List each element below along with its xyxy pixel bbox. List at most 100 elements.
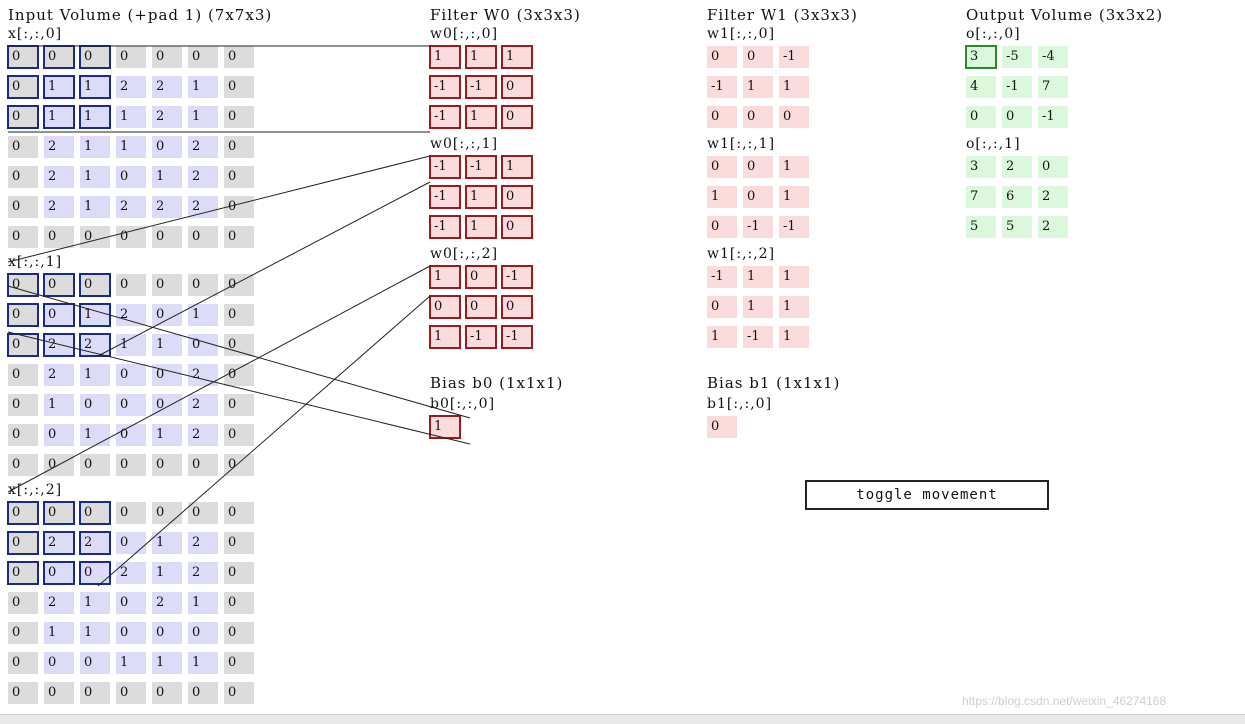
input-cell: 0 (224, 364, 254, 386)
w0-cell: -1 (465, 75, 497, 99)
input-cell: 1 (43, 75, 75, 99)
input-cell: 0 (79, 501, 111, 525)
w0-cell: -1 (429, 215, 461, 239)
input-cell: 0 (8, 196, 38, 218)
input-cell: 2 (188, 424, 218, 446)
input-cell: 0 (224, 304, 254, 326)
input-cell: 0 (152, 394, 182, 416)
input-cell: 0 (224, 166, 254, 188)
input-cell: 0 (188, 502, 218, 524)
input-cell: 0 (7, 75, 39, 99)
input-cell: 2 (116, 304, 146, 326)
w1-cell: -1 (743, 326, 773, 348)
input-cell: 1 (188, 304, 218, 326)
w0-cell: 0 (501, 215, 533, 239)
output-cell: 5 (1002, 216, 1032, 238)
input-cell: 0 (44, 682, 74, 704)
input-cell: 0 (79, 561, 111, 585)
input-cell: 0 (152, 502, 182, 524)
input-cell: 0 (43, 273, 75, 297)
w1-cell: 1 (707, 326, 737, 348)
input-cell: 0 (224, 46, 254, 68)
input-slice-2-label: x[:,:,2] (8, 482, 63, 498)
bias-b0-title: Bias b0 (1x1x1) (430, 374, 564, 392)
input-cell: 0 (224, 502, 254, 524)
output-cell: 2 (1038, 216, 1068, 238)
input-cell: 0 (224, 394, 254, 416)
w1-cell: -1 (779, 46, 809, 68)
output-cell: 2 (1002, 156, 1032, 178)
filter-w0-title: Filter W0 (3x3x3) (430, 6, 581, 24)
input-cell: 1 (152, 334, 182, 356)
input-cell: 0 (188, 454, 218, 476)
input-cell: 0 (224, 682, 254, 704)
w0-cell: 1 (429, 325, 461, 349)
input-cell: 0 (44, 226, 74, 248)
w0-slice-0-label: w0[:,:,0] (430, 26, 499, 42)
input-cell: 0 (8, 682, 38, 704)
input-cell: 0 (79, 273, 111, 297)
input-cell: 0 (188, 226, 218, 248)
input-cell: 1 (43, 105, 75, 129)
output-cell: 3 (965, 45, 997, 69)
input-cell: 0 (7, 561, 39, 585)
input-cell: 0 (116, 454, 146, 476)
input-cell: 0 (224, 424, 254, 446)
toggle-movement-button[interactable]: toggle movement (805, 480, 1049, 510)
input-cell: 0 (224, 652, 254, 674)
w0-cell: 1 (465, 215, 497, 239)
output-cell: 0 (966, 106, 996, 128)
input-cell: 1 (44, 394, 74, 416)
w1-cell: -1 (779, 216, 809, 238)
input-cell: 0 (116, 166, 146, 188)
w1-slice-0-label: w1[:,:,0] (707, 26, 776, 42)
output-cell: 0 (1002, 106, 1032, 128)
input-cell: 0 (224, 226, 254, 248)
w0-cell: 1 (465, 105, 497, 129)
input-cell: 0 (224, 532, 254, 554)
output-cell: -5 (1002, 46, 1032, 68)
input-cell: 0 (7, 105, 39, 129)
input-cell: 0 (8, 652, 38, 674)
input-cell: 0 (43, 303, 75, 327)
output-volume-title: Output Volume (3x3x2) (966, 6, 1164, 24)
input-cell: 2 (152, 592, 182, 614)
output-slice-0-label: o[:,:,0] (966, 26, 1021, 42)
output-cell: 0 (1038, 156, 1068, 178)
input-cell: 0 (152, 682, 182, 704)
input-cell: 2 (44, 196, 74, 218)
input-cell: 2 (44, 166, 74, 188)
input-cell: 2 (44, 136, 74, 158)
w1-cell: 0 (743, 186, 773, 208)
w1-cell: 0 (707, 46, 737, 68)
input-cell: 2 (188, 394, 218, 416)
input-cell: 2 (152, 196, 182, 218)
w1-cell: 1 (779, 266, 809, 288)
input-cell: 0 (7, 273, 39, 297)
w0-cell: -1 (429, 185, 461, 209)
w0-cell: 1 (465, 45, 497, 69)
output-cell: -4 (1038, 46, 1068, 68)
input-cell: 1 (152, 424, 182, 446)
input-cell: 2 (43, 333, 75, 357)
input-cell: 0 (188, 46, 218, 68)
output-cell: 7 (966, 186, 996, 208)
input-cell: 0 (79, 45, 111, 69)
b0-cell: 1 (429, 415, 461, 439)
input-cell: 1 (116, 334, 146, 356)
input-cell: 0 (116, 622, 146, 644)
input-cell: 1 (80, 136, 110, 158)
input-cell: 1 (79, 75, 111, 99)
input-cell: 1 (188, 106, 218, 128)
w0-cell: 1 (429, 265, 461, 289)
output-cell: 2 (1038, 186, 1068, 208)
bias-b1-title: Bias b1 (1x1x1) (707, 374, 841, 392)
w1-cell: 1 (779, 186, 809, 208)
b1-cell: 0 (707, 416, 737, 438)
input-cell: 2 (188, 196, 218, 218)
input-cell: 2 (188, 562, 218, 584)
input-cell: 1 (152, 532, 182, 554)
input-cell: 0 (7, 501, 39, 525)
input-cell: 0 (8, 454, 38, 476)
w1-cell: 0 (707, 296, 737, 318)
